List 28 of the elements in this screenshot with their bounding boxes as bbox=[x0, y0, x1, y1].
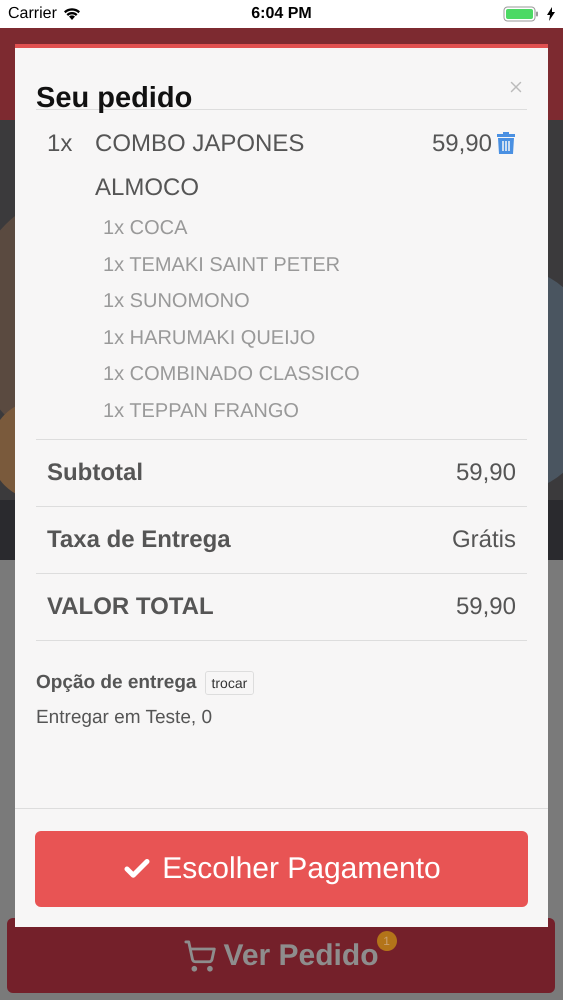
item-name: COMBO JAPONES ALMOCO bbox=[95, 129, 306, 203]
wifi-icon bbox=[62, 7, 81, 21]
battery-icon bbox=[502, 6, 541, 22]
item-option: 1x TEPPAN FRANGO bbox=[103, 392, 527, 429]
item-option: 1x COCA bbox=[103, 210, 527, 246]
summary-label: VALOR TOTAL bbox=[47, 593, 214, 621]
summary-label: Subtotal bbox=[47, 459, 143, 487]
cart-icon bbox=[183, 938, 218, 972]
order-count-badge: 1 bbox=[376, 930, 397, 950]
summary-value: 59,90 bbox=[456, 593, 516, 621]
carrier-name: Carrier bbox=[8, 5, 57, 23]
delivery-address: Entregar em Teste, 0 bbox=[36, 707, 214, 729]
status-time: 6:04 PM bbox=[250, 5, 313, 23]
item-price: 59,90 bbox=[432, 129, 492, 159]
item-option: 1x HARUMAKI QUEIJO bbox=[103, 320, 527, 356]
item-option: 1x COMBINADO CLASSICO bbox=[103, 356, 527, 392]
delivery-label: Opção de entrega bbox=[36, 672, 196, 694]
charging-icon bbox=[546, 7, 555, 21]
summary-value: Grátis bbox=[452, 526, 516, 554]
payment-button[interactable]: Escolher Pagamento bbox=[35, 831, 528, 907]
item-option: 1x SUNOMONO bbox=[103, 283, 527, 320]
item-quantity: 1x bbox=[47, 129, 74, 159]
item-option: 1x TEMAKI SAINT PETER bbox=[103, 246, 527, 283]
summary-label: Taxa de Entrega bbox=[47, 526, 231, 554]
summary-value: 59,90 bbox=[456, 459, 516, 487]
trash-icon[interactable] bbox=[496, 132, 516, 154]
modal-title: Seu pedido bbox=[36, 82, 192, 115]
change-button[interactable]: trocar bbox=[204, 671, 254, 695]
